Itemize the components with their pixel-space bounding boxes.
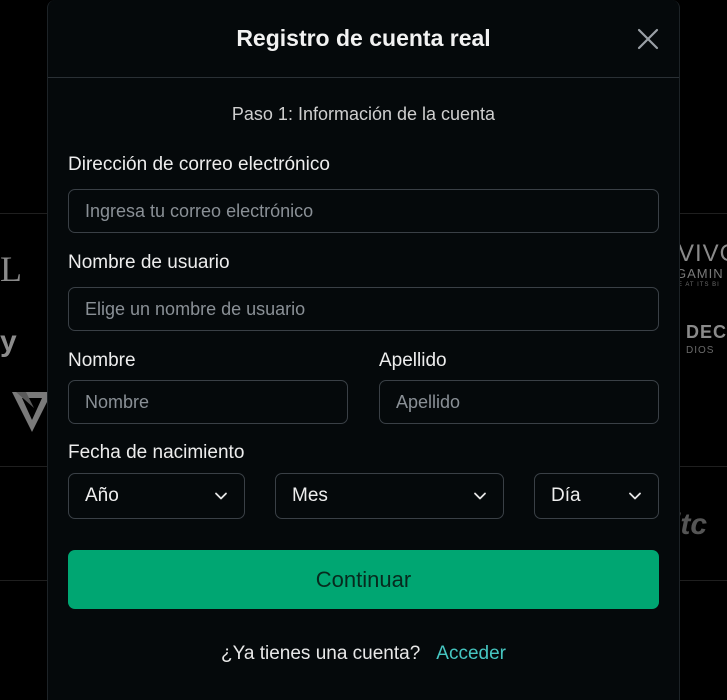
chevron-down-icon: [215, 492, 227, 500]
birthdate-label: Fecha de nacimiento: [68, 442, 245, 463]
page: L y VIVO GAMIN E AT ITS BI DEC DIOS itc …: [0, 0, 727, 700]
birth-year-select[interactable]: Año: [68, 473, 245, 519]
first-name-label: Nombre: [68, 350, 136, 371]
close-button[interactable]: [633, 24, 663, 54]
birth-day-value: Día: [551, 485, 581, 506]
background-logo-tagline: E AT ITS BI: [678, 282, 720, 288]
continue-button[interactable]: Continuar: [68, 550, 659, 609]
background-logo-v-icon: [12, 392, 52, 432]
chevron-down-icon: [474, 492, 486, 500]
background-logo-vivo: VIVO: [678, 240, 727, 267]
login-link[interactable]: Acceder: [436, 643, 506, 665]
email-label: Dirección de correo electrónico: [68, 154, 330, 175]
first-name-input[interactable]: [68, 380, 348, 424]
background-logo-l: L: [0, 249, 22, 289]
registration-modal: Registro de cuenta real Paso 1: Informac…: [47, 0, 680, 700]
birth-day-select[interactable]: Día: [534, 473, 659, 519]
modal-title: Registro de cuenta real: [236, 25, 491, 51]
background-logo-y: y: [0, 325, 17, 358]
login-prompt: ¿Ya tienes una cuenta? Acceder: [48, 643, 679, 665]
background-logo-gaming: GAMIN: [676, 266, 724, 281]
chevron-down-icon: [629, 492, 641, 500]
background-logo-dios: DIOS: [686, 345, 715, 356]
last-name-label: Apellido: [379, 350, 447, 371]
username-input[interactable]: [68, 287, 659, 331]
username-label: Nombre de usuario: [68, 252, 230, 273]
birth-month-select[interactable]: Mes: [275, 473, 504, 519]
last-name-input[interactable]: [379, 380, 659, 424]
background-logo-dec: DEC: [686, 322, 727, 342]
step-indicator: Paso 1: Información de la cuenta: [231, 104, 496, 124]
login-question: ¿Ya tienes una cuenta?: [221, 643, 421, 664]
email-input[interactable]: [68, 189, 659, 233]
birth-year-value: Año: [85, 485, 119, 506]
modal-header: Registro de cuenta real: [48, 0, 679, 78]
birth-month-value: Mes: [292, 485, 328, 506]
close-icon: [637, 28, 659, 50]
